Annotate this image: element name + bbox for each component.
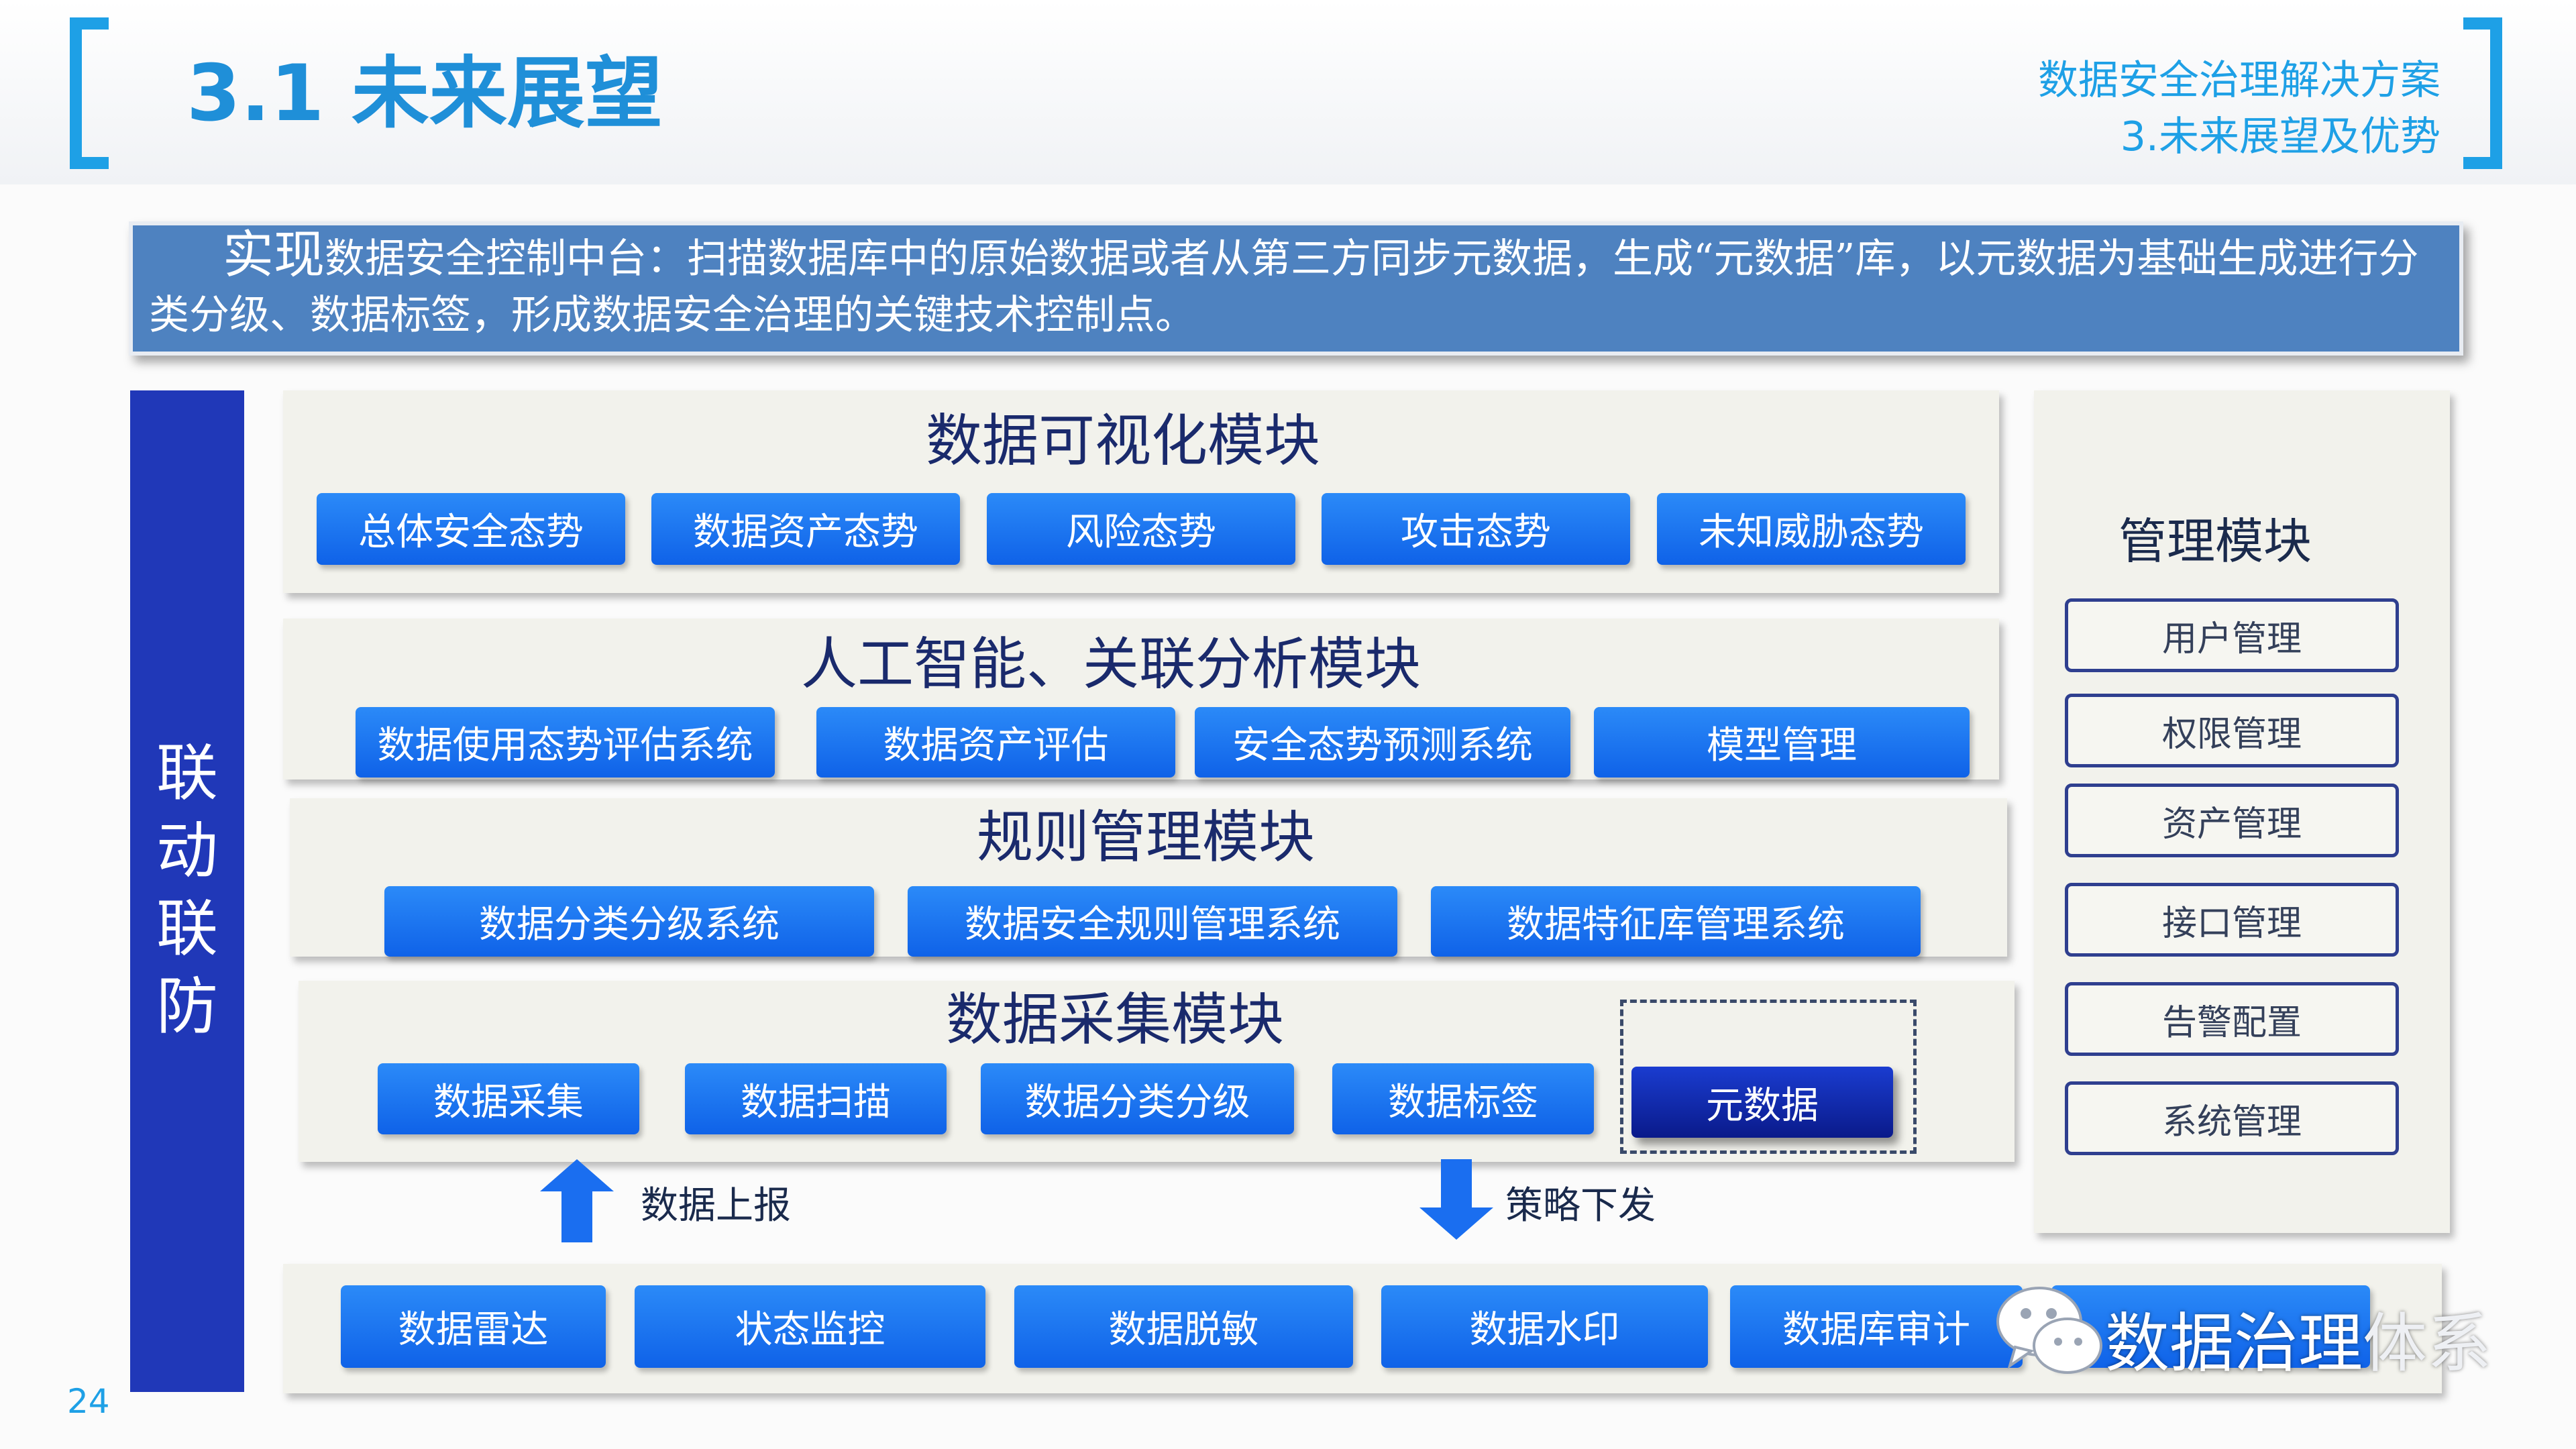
watermark-light: 体系: [2363, 1306, 2491, 1381]
visualization-button[interactable]: 攻击态势: [1322, 493, 1630, 565]
management-module-title: 管理模块: [2118, 513, 2312, 570]
visualization-button[interactable]: 数据资产态势: [651, 493, 960, 565]
visualization-button[interactable]: 风险态势: [987, 493, 1295, 565]
ai-button[interactable]: 数据使用态势评估系统: [356, 707, 775, 777]
management-item[interactable]: 用户管理: [2065, 598, 2399, 672]
ai-button[interactable]: 模型管理: [1594, 707, 1970, 777]
rules-button[interactable]: 数据安全规则管理系统: [908, 886, 1397, 957]
bottom-tool-button[interactable]: 状态监控: [635, 1285, 985, 1368]
policy-arrow-icon: [1419, 1159, 1493, 1240]
rules-button[interactable]: 数据特征库管理系统: [1431, 886, 1921, 957]
rules-module-title: 规则管理模块: [976, 804, 1315, 870]
page-title: 3.1 未来展望: [186, 48, 663, 139]
linkage-char: 防: [156, 971, 218, 1042]
collection-button[interactable]: 数据采集: [378, 1063, 639, 1134]
intro-body: 数据安全控制中台：扫描数据库中的原始数据或者从第三方同步元数据，生成“元数据”库…: [149, 235, 2419, 339]
bottom-tool-button[interactable]: 数据雷达: [341, 1285, 606, 1368]
right-bracket-decoration: [2463, 17, 2502, 169]
collection-button[interactable]: 数据扫描: [685, 1063, 947, 1134]
linkage-char: 动: [156, 815, 218, 887]
management-item[interactable]: 接口管理: [2065, 883, 2399, 957]
intro-lead: 实现: [223, 225, 325, 284]
collection-button[interactable]: 数据标签: [1332, 1063, 1594, 1134]
upload-arrow-icon: [540, 1159, 614, 1242]
watermark-text: 数据治理体系: [2105, 1291, 2491, 1385]
bottom-tool-button[interactable]: 数据脱敏: [1014, 1285, 1353, 1368]
linkage-label: 联 动 联 防: [130, 735, 244, 1046]
watermark-bold: 数据治理: [2105, 1306, 2363, 1381]
management-item[interactable]: 系统管理: [2065, 1081, 2399, 1155]
management-item[interactable]: 权限管理: [2065, 694, 2399, 767]
bottom-tool-button[interactable]: 数据水印: [1381, 1285, 1708, 1368]
page-number: 24: [67, 1382, 110, 1421]
policy-arrow-label: 策略下发: [1505, 1184, 1656, 1228]
wechat-icon: [1996, 1287, 2102, 1374]
bottom-tool-button[interactable]: 数据库审计: [1730, 1285, 2023, 1368]
left-bracket-decoration: [70, 17, 109, 169]
rules-button[interactable]: 数据分类分级系统: [384, 886, 874, 957]
management-item[interactable]: 资产管理: [2065, 784, 2399, 857]
upload-arrow-label: 数据上报: [641, 1184, 791, 1228]
ai-module-title: 人工智能、关联分析模块: [800, 631, 1421, 697]
linkage-char: 联: [156, 737, 218, 809]
metadata-button[interactable]: 元数据: [1631, 1067, 1893, 1138]
collection-button[interactable]: 数据分类分级: [981, 1063, 1294, 1134]
management-item[interactable]: 告警配置: [2065, 982, 2399, 1056]
linkage-char: 联: [156, 893, 218, 965]
visualization-button[interactable]: 总体安全态势: [317, 493, 625, 565]
ai-button[interactable]: 安全态势预测系统: [1195, 707, 1570, 777]
intro-text: 实现数据安全控制中台：扫描数据库中的原始数据或者从第三方同步元数据，生成“元数据…: [149, 227, 2450, 343]
visualization-button[interactable]: 未知威胁态势: [1657, 493, 1966, 565]
header-subtitle-line1: 数据安全治理解决方案: [2038, 57, 2440, 104]
header-subtitle-line2: 3.未来展望及优势: [2120, 113, 2440, 160]
ai-button[interactable]: 数据资产评估: [816, 707, 1175, 777]
visualization-module-title: 数据可视化模块: [925, 408, 1320, 474]
